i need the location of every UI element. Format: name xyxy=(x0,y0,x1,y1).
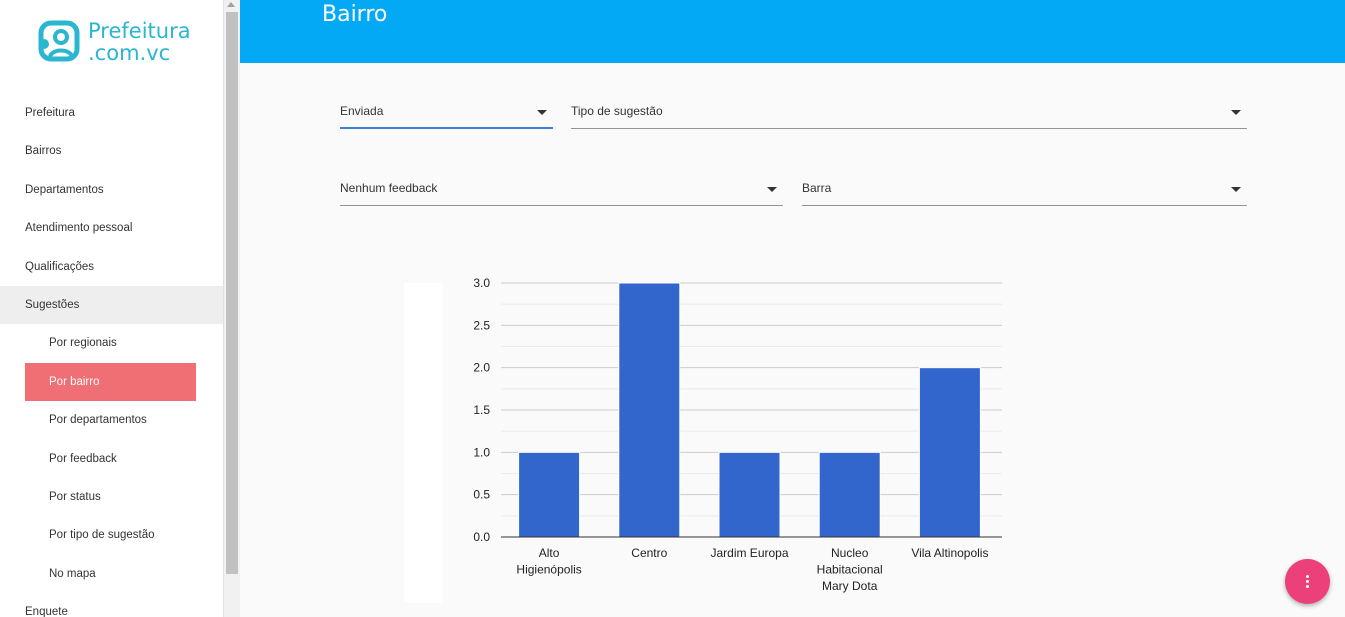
feedback-select[interactable]: Nenhum feedback xyxy=(340,176,783,206)
chart-type-select[interactable]: Barra xyxy=(802,176,1247,206)
y-tick-label: 1.0 xyxy=(473,445,490,459)
status-select-value: Enviada xyxy=(340,104,384,118)
sidebar-item-bairros[interactable]: Bairros xyxy=(0,132,223,170)
brand-name: Prefeitura .com.vc xyxy=(88,20,191,64)
y-tick-label: 3.0 xyxy=(473,276,490,290)
sidebar-subitem-por-tipo-de-sugestao[interactable]: Por tipo de sugestão xyxy=(0,516,223,554)
bar xyxy=(818,451,881,538)
brand-line2: .com.vc xyxy=(88,41,171,65)
sidebar-nav: Prefeitura Bairros Departamentos Atendim… xyxy=(0,94,223,617)
sidebar-subitem-por-feedback[interactable]: Por feedback xyxy=(0,440,223,478)
x-tick-label: Vila Altinopolis xyxy=(911,546,988,560)
x-tick-label: Jardim Europa xyxy=(710,546,788,560)
bar-chart: 0.0 0.5 1.0 1.5 2.0 2.5 3.0 Alto Higienópolis Cen… xyxy=(404,270,1024,610)
chart-svg: 0.0 0.5 1.0 1.5 2.0 2.5 3.0 Alto Higienópolis Cen… xyxy=(473,276,1002,593)
x-tick-label: Nucleo xyxy=(831,546,869,560)
brand-line1: Prefeitura xyxy=(88,19,191,43)
chart-type-select-value: Barra xyxy=(802,181,832,195)
scroll-up-arrow-icon[interactable] xyxy=(227,2,235,7)
chevron-down-icon xyxy=(537,110,547,115)
sidebar-item-sugestoes[interactable]: Sugestões xyxy=(0,285,223,325)
page-header: Bairro xyxy=(240,0,1345,63)
sidebar-subitem-por-bairro[interactable]: Por bairro xyxy=(25,362,196,402)
chevron-down-icon xyxy=(1231,187,1241,192)
suggestion-type-select-value: Tipo de sugestão xyxy=(571,104,663,118)
bar xyxy=(918,367,981,538)
sidebar-item-qualificacoes[interactable]: Qualificações xyxy=(0,248,223,286)
sidebar: Prefeitura .com.vc Prefeitura Bairros De… xyxy=(0,0,223,617)
bar xyxy=(518,451,581,538)
sidebar-subitem-por-departamentos[interactable]: Por departamentos xyxy=(0,401,223,439)
suggestion-type-select[interactable]: Tipo de sugestão xyxy=(571,99,1247,129)
y-tick-label: 2.5 xyxy=(473,318,490,332)
feedback-select-value: Nenhum feedback xyxy=(340,181,438,195)
y-tick-label: 1.5 xyxy=(473,403,490,417)
chevron-down-icon xyxy=(767,187,777,192)
sidebar-subitem-por-status[interactable]: Por status xyxy=(0,478,223,516)
bar xyxy=(718,451,781,538)
sidebar-item-atendimento-pessoal[interactable]: Atendimento pessoal xyxy=(0,209,223,247)
sidebar-item-enquete[interactable]: Enquete xyxy=(0,593,223,617)
x-tick-label: Centro xyxy=(631,546,667,560)
chevron-down-icon xyxy=(1231,110,1241,115)
y-tick-label: 0.5 xyxy=(473,488,490,502)
more-options-button[interactable] xyxy=(1285,559,1330,604)
citizen-icon xyxy=(38,20,80,62)
y-tick-label: 2.0 xyxy=(473,361,490,375)
sidebar-subitem-no-mapa[interactable]: No mapa xyxy=(0,555,223,593)
y-tick-label: 0.0 xyxy=(473,530,490,544)
x-tick-label: Habitacional xyxy=(817,563,883,577)
sidebar-item-departamentos[interactable]: Departamentos xyxy=(0,171,223,209)
sidebar-subitem-por-regionais[interactable]: Por regionais xyxy=(0,324,223,362)
scroll-thumb[interactable] xyxy=(226,12,238,574)
sidebar-item-prefeitura[interactable]: Prefeitura xyxy=(0,94,223,132)
x-tick-label: Alto xyxy=(539,546,560,560)
x-tick-label: Higienópolis xyxy=(516,563,581,577)
status-select[interactable]: Enviada xyxy=(340,99,553,129)
bar xyxy=(618,282,681,538)
sidebar-scrollbar[interactable] xyxy=(223,0,240,617)
page-title: Bairro xyxy=(322,2,388,27)
brand-logo[interactable]: Prefeitura .com.vc xyxy=(38,20,191,68)
x-tick-label: Mary Dota xyxy=(822,579,878,593)
